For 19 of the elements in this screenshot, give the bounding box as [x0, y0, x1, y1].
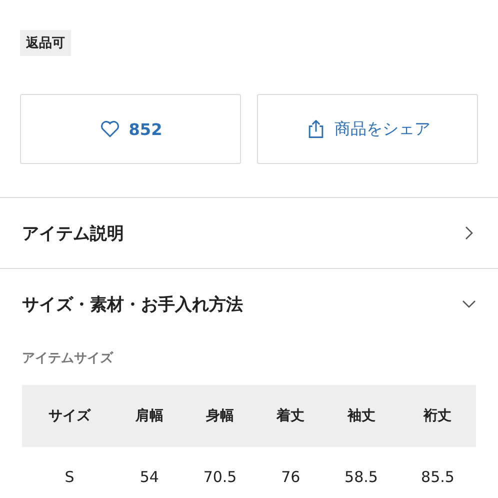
return-tag: 返品可: [20, 30, 71, 56]
heart-icon: [98, 118, 121, 140]
table-header: 身幅: [182, 385, 258, 447]
accordion-header[interactable]: サイズ・素材・お手入れ方法: [0, 269, 498, 339]
size-heading: アイテムサイズ: [21, 350, 114, 367]
table-cell: 54: [117, 447, 182, 498]
table-header: 袖丈: [323, 385, 400, 447]
table-header: 肩幅: [117, 385, 182, 447]
table-cell: 70.5: [182, 447, 258, 498]
table-header: 着丈: [258, 385, 324, 447]
table-cell: 58.5: [323, 447, 400, 498]
share-button[interactable]: 商品をシェア: [257, 94, 478, 164]
table-cell: 85.5: [399, 447, 476, 498]
table-header: サイズ: [22, 385, 118, 447]
accordion-header[interactable]: アイテム説明: [0, 198, 498, 269]
table-cell: S: [22, 447, 118, 498]
like-button[interactable]: 852: [20, 94, 241, 164]
table-cell: 76: [258, 447, 324, 498]
table-header: 裄丈: [399, 385, 476, 447]
